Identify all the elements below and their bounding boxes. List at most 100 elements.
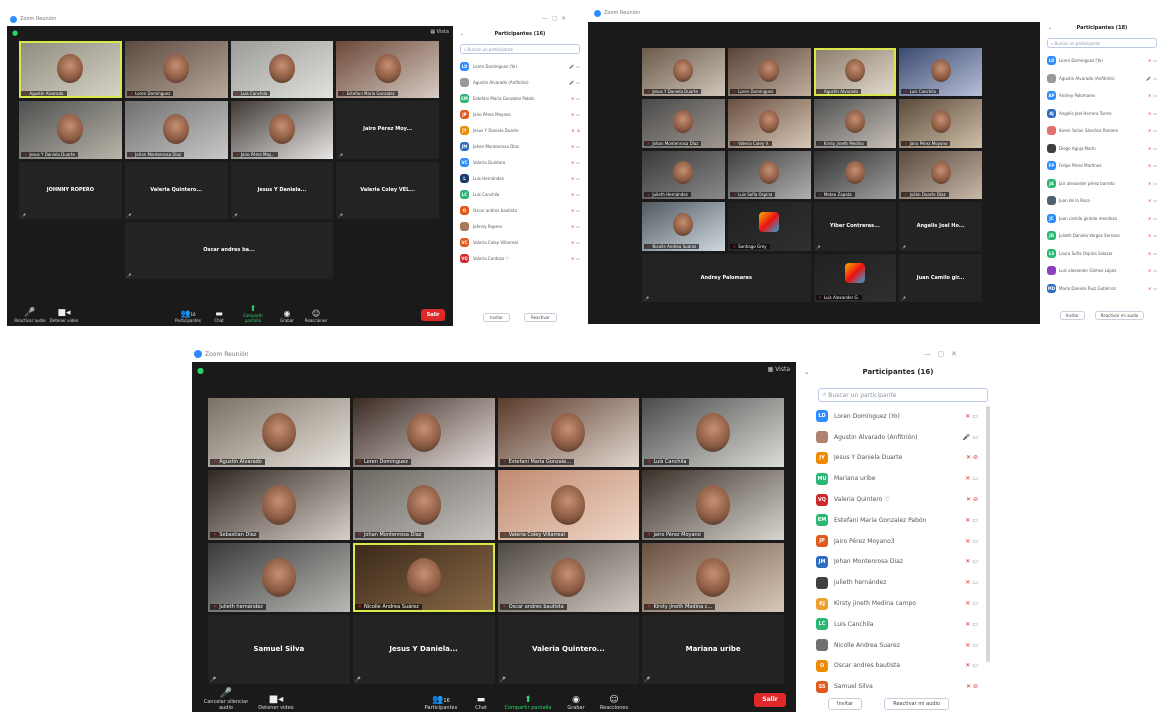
video-icon[interactable]: ▭ [1153,286,1157,291]
video-tile[interactable]: ✕ Santiago Grey [727,202,811,251]
window-controls[interactable]: — ▢ ✕ [924,350,957,358]
participants-button[interactable]: 👥16 Participantes [421,696,461,712]
muted-mic-icon[interactable]: ✕ [965,538,970,545]
muted-mic-icon[interactable]: ✕ [965,413,970,420]
participant-row[interactable]: Diego Aguja Marín ✕ ▭ [1047,140,1157,158]
muted-mic-icon[interactable]: ✕ [1148,216,1151,221]
video-tile[interactable]: Jesus Y Daniela... 🎤 [352,614,495,684]
muted-mic-icon[interactable]: ✕ [965,621,970,628]
video-icon[interactable]: ▭ [576,144,580,149]
video-tile[interactable]: ✕ Valeria Coley V. [727,99,811,148]
muted-mic-icon[interactable]: ✕ [571,160,574,165]
muted-mic-icon[interactable]: ✕ [965,662,970,669]
video-tile[interactable]: ✕ Jesus Y Daniela Duarte [19,101,122,159]
video-tile[interactable]: Oscar andres ba... 🎤 [124,221,334,279]
video-tile[interactable]: Juan Camilo gir... 🎤 [899,253,982,302]
video-icon[interactable]: ▭ [972,475,978,482]
share-screen-button[interactable]: ⬆ Compartir pantalla [501,696,555,712]
participant-row[interactable]: JY Jesus Y Daniela Duarte ✕ ⊘ [816,448,978,469]
muted-mic-icon[interactable]: ✕ [1148,198,1151,203]
video-tile[interactable]: ✕ Johan Montenrosa Diaz [124,101,228,159]
participant-row[interactable]: LS Laura Sofía Ospina Salazar ✕ ▭ [1047,245,1157,263]
video-tile[interactable]: Jesus Y Daniela... 🎤 [230,161,334,219]
video-tile[interactable]: ✕ Johan Montenrosa Díaz [352,470,495,540]
video-tile[interactable]: Valeria Quintero... 🎤 [497,614,640,684]
muted-mic-icon[interactable]: ✕ [965,475,970,482]
video-icon[interactable]: ▭ [972,621,978,628]
video-tile[interactable]: ✕ Luis Alexander G. [813,253,897,302]
chat-button[interactable]: ▬ Chat [469,696,493,712]
invite-button[interactable]: Invitar [483,313,510,322]
video-off-icon[interactable]: ⊘ [973,496,978,503]
muted-mic-icon[interactable]: ✕ [571,112,574,117]
participant-row[interactable]: JP Jairo Pérez Moyano3 ✕ ▭ [816,531,978,552]
video-button[interactable]: ■◂ Detener video [47,309,81,324]
reactions-button[interactable]: ☺ Reacciones [597,696,631,712]
view-button[interactable]: ▦ Vista [768,366,790,373]
participant-row[interactable]: JD Julieth Daniela Vargas Serrano ✕ ▭ [1047,227,1157,245]
muted-mic-icon[interactable]: ✕ [1148,128,1151,133]
muted-mic-icon[interactable]: ✕ [571,176,574,181]
microphone-icon[interactable]: 🎤 [569,64,574,69]
participant-row[interactable]: MU Mariana uribe ✕ ▭ [816,468,978,489]
muted-mic-icon[interactable]: ✕ [571,208,574,213]
video-tile[interactable]: ✕ Nicolle Andrea Suárez [642,202,725,251]
video-tile[interactable]: ✕ Nicolle Andrea Suárez [352,542,495,612]
video-icon[interactable]: ▭ [576,224,580,229]
collapse-icon[interactable]: ⌄ [804,368,810,376]
share-screen-button[interactable]: ⬆ Compartir pantalla [235,305,271,324]
participant-row[interactable]: LD Loren Domínguez (Yo) 🎤 ▭ [460,58,580,74]
video-icon[interactable]: ▭ [576,176,580,181]
participant-row[interactable]: KJ Kirsty jineth Medina campo ✕ ▭ [816,593,978,614]
participant-row[interactable]: Agustin Alvarado (Anfitrión) 🎤 ▭ [460,74,580,90]
video-tile[interactable]: ✕ Luis Sofía Ospina [727,150,811,200]
invite-button[interactable]: Invitar [1059,311,1085,320]
muted-mic-icon[interactable]: ✕ [1148,146,1151,151]
participant-row[interactable]: Nicolle Andrea Suarez ✕ ▭ [816,635,978,656]
video-tile[interactable]: Jairo Pérez Moy... 🎤 [336,101,439,159]
video-tile[interactable]: Samuel Silva 🎤 [208,614,350,684]
muted-mic-icon[interactable]: ✕ [571,256,574,261]
participant-row[interactable]: Luis alexander Gómez López ✕ ▭ [1047,262,1157,280]
muted-mic-icon[interactable]: ✕ [1148,181,1151,186]
video-tile[interactable]: ✕ Julieth Hernández [642,150,725,200]
security-shield-icon[interactable]: ● [197,366,204,375]
video-tile[interactable]: ✕ Jairo Pérez Moyano [899,99,982,148]
participant-row[interactable]: JM Johan Montenrosa Diaz ✕ ▭ [816,552,978,573]
video-tile[interactable]: ✕ Jesus Y Daniela Duarte [642,48,725,97]
video-icon[interactable]: ▭ [1153,198,1157,203]
participant-row[interactable]: SS Samuel Silva ✕ ⊘ [816,676,978,697]
video-tile[interactable]: ✕ Estefani Maria Gonzale... [497,398,640,468]
participant-row[interactable]: Agustin Alvarado (Anfitrión) 🎤 ▭ [1047,70,1157,88]
video-tile[interactable]: ✕ Oscar andres bautista [497,542,640,612]
video-tile[interactable]: ✕ Jairo Pérez Moyano [642,470,784,540]
muted-mic-icon[interactable]: ✕ [965,558,970,565]
participant-row[interactable]: O Oscar andres bautista ✕ ▭ [816,656,978,677]
video-tile[interactable]: ✕ Estefani Maria Gonzalez [336,41,439,99]
video-tile[interactable]: ✕ Johan Montenrosa Díaz [642,99,725,148]
video-icon[interactable]: ▭ [972,662,978,669]
participant-row[interactable]: MD María Daniela Ruiz Gutiérrez ✕ ▭ [1047,280,1157,298]
video-tile[interactable]: ✕ Julián Duarte Díaz [899,150,982,200]
participant-row[interactable]: VQ Valeria Quintero ♡ ✕ ⊘ [816,489,978,510]
video-tile[interactable]: ✕ Jairo Pérez Moy... [230,101,334,159]
video-icon[interactable]: ▭ [1153,76,1157,81]
muted-mic-icon[interactable]: ✕ [1148,251,1151,256]
video-tile[interactable]: ✕ Luis Canchila [642,398,784,468]
video-tile[interactable]: ✕ Loren Domínguez [124,41,228,99]
participant-row[interactable]: VQ Valeria Cardozo ♡ ✕ ▭ [460,250,580,266]
participant-row[interactable]: LC Luis Canchila ✕ ▭ [460,186,580,202]
participant-search-input[interactable]: ⌕ Buscar un participante [818,388,988,402]
video-tile[interactable]: Mariana uribe 🎤 [642,614,784,684]
video-icon[interactable]: ▭ [972,600,978,607]
record-button[interactable]: ◉ Grabar [563,696,589,712]
video-tile[interactable]: ✕ Agustin Alvarado [19,41,122,99]
security-shield-icon[interactable]: ● [12,29,18,37]
video-icon[interactable]: ▭ [1153,163,1157,168]
participant-row[interactable]: VC Valeria Quintero ✕ ▭ [460,154,580,170]
muted-mic-icon[interactable]: ✕ [966,683,971,690]
video-tile[interactable]: ✕ Loren Domínguez [352,398,495,468]
participant-row[interactable]: Juan de la Rosa ✕ ▭ [1047,192,1157,210]
video-icon[interactable]: ▭ [1153,146,1157,151]
video-icon[interactable]: ▭ [1153,181,1157,186]
